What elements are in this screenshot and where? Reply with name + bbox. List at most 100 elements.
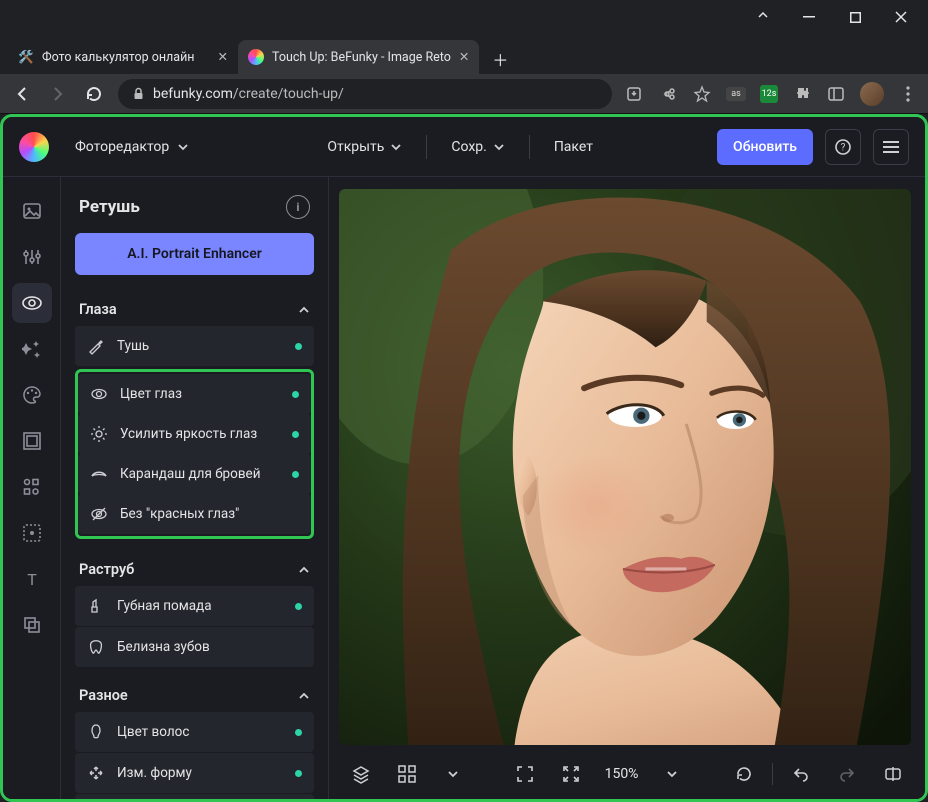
- tool-item-mascara[interactable]: Тушь: [75, 326, 314, 366]
- tool-item-eye-brighten[interactable]: Усилить яркость глаз: [78, 414, 311, 454]
- section-title: Раструб: [79, 561, 134, 578]
- tool-item-hair-color[interactable]: Цвет волос: [75, 712, 314, 752]
- install-icon[interactable]: [624, 85, 644, 103]
- browser-tabs: 🛠️ Фото калькулятор онлайн ✕ Touch Up: B…: [0, 34, 928, 74]
- section-header-misc[interactable]: Разное: [75, 679, 314, 712]
- zoom-level[interactable]: 150%: [599, 766, 645, 782]
- tool-graphics-icon[interactable]: [12, 467, 52, 507]
- premium-dot-icon: [292, 391, 299, 398]
- tool-sliders-icon[interactable]: [12, 237, 52, 277]
- eyebrow-icon: [90, 465, 108, 483]
- extensions-icon[interactable]: [792, 85, 812, 103]
- info-icon[interactable]: i: [286, 195, 310, 219]
- chevron-down-icon: [493, 141, 505, 153]
- befunky-logo-icon[interactable]: [19, 132, 49, 162]
- svg-text:?: ?: [841, 142, 846, 153]
- tool-text-icon[interactable]: T: [12, 559, 52, 599]
- chevron-up-icon: [298, 690, 310, 702]
- tool-item-eye-color[interactable]: Цвет глаз: [78, 374, 311, 414]
- open-label: Открыть: [327, 139, 384, 155]
- redo-button[interactable]: [829, 756, 865, 792]
- wrench-favicon-icon: 🛠️: [18, 49, 34, 65]
- upgrade-button[interactable]: Обновить: [717, 129, 813, 165]
- tool-label: Цвет волос: [117, 724, 189, 740]
- tool-image-icon[interactable]: [12, 191, 52, 231]
- tool-item-reshape[interactable]: Изм. форму: [75, 753, 314, 793]
- canvas-area: 150%: [329, 177, 925, 799]
- window-close-button[interactable]: [878, 2, 924, 32]
- browser-tab[interactable]: 🛠️ Фото калькулятор онлайн ✕: [8, 40, 238, 74]
- divider: [426, 135, 427, 159]
- window-titlebar: [0, 0, 928, 34]
- browser-tab-active[interactable]: Touch Up: BeFunky - Image Reto ✕: [238, 40, 479, 74]
- open-button[interactable]: Открыть: [315, 129, 414, 165]
- help-button[interactable]: ?: [825, 129, 861, 165]
- tool-label: Белизна зубов: [117, 639, 210, 655]
- new-tab-button[interactable]: ＋: [485, 44, 515, 74]
- extension-badge-icon[interactable]: 12s: [760, 85, 778, 103]
- canvas-bottom-bar: 150%: [329, 749, 925, 799]
- section-header-mouth[interactable]: Раструб: [75, 553, 314, 586]
- kebab-menu-icon[interactable]: [898, 86, 918, 102]
- tool-item-brush[interactable]: Кисть: [75, 794, 314, 799]
- reload-button[interactable]: [82, 85, 106, 103]
- premium-dot-icon: [292, 431, 299, 438]
- undo-button[interactable]: [783, 756, 819, 792]
- tool-item-eyebrow-pencil[interactable]: Карандаш для бровей: [78, 454, 311, 494]
- premium-dot-icon: [295, 770, 302, 777]
- fullscreen-button[interactable]: [507, 756, 543, 792]
- tool-item-teeth-whiten[interactable]: Белизна зубов: [75, 627, 314, 667]
- tool-overlays-icon[interactable]: [12, 513, 52, 553]
- tool-frames-icon[interactable]: [12, 421, 52, 461]
- reset-button[interactable]: [726, 756, 762, 792]
- tool-item-lipstick[interactable]: Губная помада: [75, 586, 314, 626]
- side-panel: Ретушь i A.I. Portrait Enhancer Глаза Ту…: [61, 177, 329, 799]
- compare-button[interactable]: [875, 756, 911, 792]
- tool-label: Тушь: [117, 338, 149, 354]
- premium-dot-icon: [295, 343, 302, 350]
- tool-label: Губная помада: [117, 598, 212, 614]
- lock-icon: [132, 87, 145, 100]
- tool-item-redeye[interactable]: Без "красных глаз": [78, 494, 311, 534]
- tool-touchup-icon[interactable]: [12, 283, 52, 323]
- image-canvas[interactable]: [339, 189, 911, 745]
- brightness-icon: [90, 425, 108, 443]
- back-button[interactable]: [10, 85, 34, 103]
- address-bar[interactable]: befunky.com/create/touch-up/: [118, 79, 612, 109]
- highlighted-tools-group: Цвет глаз Усилить яркость глаз Карандаш …: [75, 369, 314, 539]
- grid-dropdown[interactable]: [435, 756, 471, 792]
- editor-mode-label: Фоторедактор: [75, 139, 169, 155]
- window-minimize-button[interactable]: [786, 2, 832, 32]
- premium-dot-icon: [295, 729, 302, 736]
- layers-button[interactable]: [343, 756, 379, 792]
- share-icon[interactable]: [658, 85, 678, 103]
- tool-artsy-icon[interactable]: [12, 375, 52, 415]
- tool-label: Усилить яркость глаз: [120, 426, 257, 442]
- bookmark-icon[interactable]: [692, 85, 712, 103]
- batch-button[interactable]: Пакет: [542, 129, 605, 165]
- mascara-icon: [87, 337, 105, 355]
- close-icon[interactable]: ✕: [459, 49, 469, 65]
- chevron-up-icon: [298, 304, 310, 316]
- editor-mode-dropdown[interactable]: Фоторедактор: [61, 129, 203, 165]
- section-header-eyes[interactable]: Глаза: [75, 293, 314, 326]
- window-maximize-button[interactable]: [832, 2, 878, 32]
- ai-enhancer-button[interactable]: A.I. Portrait Enhancer: [75, 233, 314, 275]
- batch-label: Пакет: [554, 139, 593, 155]
- window-restore-down-icon[interactable]: [740, 2, 786, 32]
- forward-button[interactable]: [46, 85, 70, 103]
- extension-lastfm-icon[interactable]: as: [726, 87, 746, 101]
- tool-textures-icon[interactable]: [12, 605, 52, 645]
- hair-icon: [87, 723, 105, 741]
- tool-effects-icon[interactable]: [12, 329, 52, 369]
- profile-avatar[interactable]: [860, 82, 884, 106]
- hamburger-menu-button[interactable]: [873, 129, 909, 165]
- close-icon[interactable]: ✕: [218, 49, 228, 65]
- sidepanel-icon[interactable]: [826, 85, 846, 103]
- save-button[interactable]: Сохр.: [439, 129, 516, 165]
- panel-title: Ретушь: [79, 197, 140, 217]
- fit-button[interactable]: [553, 756, 589, 792]
- zoom-dropdown[interactable]: [654, 756, 690, 792]
- reshape-icon: [87, 764, 105, 782]
- grid-button[interactable]: [389, 756, 425, 792]
